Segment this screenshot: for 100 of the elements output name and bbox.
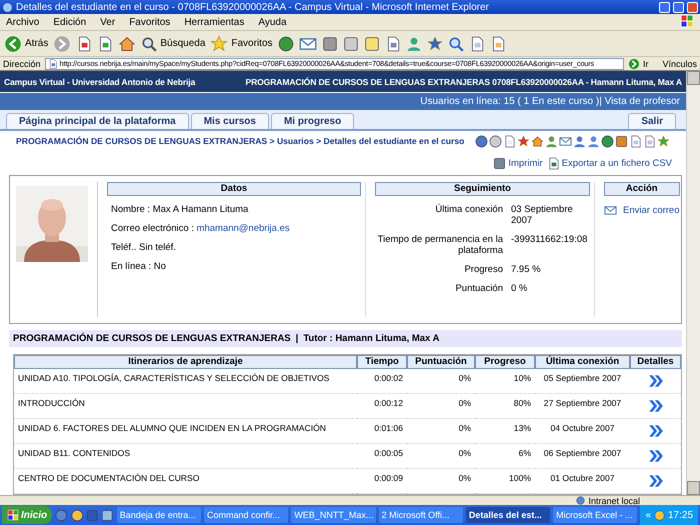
details-icon[interactable] [648,472,664,489]
tracking-label: Puntuación [454,283,503,294]
disc-icon[interactable] [489,134,502,148]
send-mail-link[interactable]: Enviar correo [604,204,680,217]
table-cell: 05 Septiembre 2007 [535,368,630,394]
table-cell: 01 Octubre 2007 [535,468,630,494]
taskbar-button[interactable]: Bandeja de entra... [116,507,202,523]
taskbar-button[interactable]: Command confir... [204,507,288,523]
tracking-value: 0 % [511,283,528,294]
table-cell: 0:00:12 [357,394,407,419]
table-cell: 6% [475,444,535,469]
scrollbar[interactable] [686,71,700,495]
table-cell: UNIDAD B11. CONTENIDOS [14,444,357,469]
table-cell: INTRODUCCIÓN [14,394,357,419]
table-cell: 0% [407,394,475,419]
menu-item[interactable]: Archivo [6,16,40,28]
search-button[interactable]: Búsqueda [141,36,206,52]
favorites-button[interactable]: Favoritos [210,34,273,52]
menu-item[interactable]: Ayuda [258,16,287,28]
nav-tab[interactable]: Mis cursos [190,112,269,129]
column-header: Puntuación [407,354,475,369]
taskbar-button[interactable]: Detalles del est... [466,507,550,523]
column-header: Tiempo [357,354,407,369]
tracking-value: 7.95 % [511,264,542,275]
window-title: Detalles del estudiante en el curso - 0708FL63920000026AA - Campus Virtual - Microsoft Internet Explorer [16,2,490,12]
details-icon[interactable] [648,372,664,389]
back-button[interactable]: Atrás [4,34,48,52]
links-button[interactable]: Vínculos [662,58,697,68]
maximize-button[interactable] [673,2,684,12]
minimize-button[interactable] [659,2,670,12]
course-name: PROGRAMACIÓN DE CURSOS DE LENGUAS EXTRANJERAS [13,332,291,344]
profile-field: Teléf.. Sin teléf. [107,242,361,253]
column-header: Última conexión [535,354,630,369]
spreadsheet-icon [546,156,560,170]
table-cell: 04 Octubre 2007 [535,418,630,444]
close-button[interactable] [687,2,698,12]
taskbar-button[interactable]: Microsoft Excel - ... [553,507,638,523]
export-link[interactable]: Exportar a un fichero CSV [546,156,672,170]
profile-field: En línea : No [107,261,361,272]
profile-field: Nombre : Max A Hamann Lituma [107,204,361,215]
envelope-icon [604,204,617,217]
table-cell: 80% [475,394,535,419]
breadcrumb[interactable]: PROGRAMACIÓN DE CURSOS DE LENGUAS EXTRANJERAS > Usuarios > Detalles del estudiante en el curso [16,136,464,146]
tracking-label: Progreso [463,264,503,275]
windows-logo-icon [680,14,694,28]
column-header: Itinerarios de aprendizaje [14,354,357,369]
nav-tab[interactable]: Página principal de la plataforma [6,112,189,129]
details-icon[interactable] [648,448,664,464]
table-cell: 0% [407,418,475,444]
table-cell: UNIDAD A10. TIPOLOGÍA, CARACTERÍSTICAS Y SELECCIÓN DE OBJETIVOS [14,368,357,394]
table-cell: 27 Septiembre 2007 [535,394,630,419]
search-icon [141,36,158,52]
email-link[interactable]: mhamann@nebrija.es [196,223,290,234]
table-cell: 0% [407,368,475,394]
details-icon[interactable] [648,398,664,414]
separator: | [296,332,298,344]
column-header: Detalles [630,354,681,369]
table-cell: 10% [475,368,535,394]
section-header: Acción [604,182,680,196]
taskbar-button[interactable]: 2 Microsoft Offi... [378,507,463,523]
zone-text: Intranet local [588,496,640,506]
profile-field: Correo electrónico : mhamann@nebrija.es [107,223,361,234]
table-cell: 13% [475,418,535,444]
table-cell: UNIDAD 6. FACTORES DEL ALUMNO QUE INCIDEN EN LA PROGRAMACIÓN [14,418,357,444]
menu-item[interactable]: Ver [100,16,116,28]
envelope-icon[interactable] [559,134,572,148]
table-cell: 100% [475,468,535,494]
taskbar-button[interactable]: WEB_NNTT_Max... [291,507,376,523]
menu-item[interactable]: Favoritos [129,16,170,28]
clock: 17:25 [668,510,694,520]
address-label: Dirección [3,58,41,68]
home-icon[interactable] [118,34,136,52]
section-header: Seguimiento [375,182,590,196]
table-cell: 0:00:05 [357,444,407,469]
star-icon [210,34,228,52]
table-cell: 0:00:02 [357,368,407,394]
tracking-label: Última conexión [434,204,503,217]
table-cell: 0% [407,468,475,494]
nav-tab[interactable]: Mi progreso [270,112,354,129]
table-cell: 0% [407,444,475,469]
section-header: Datos [107,182,361,196]
table-cell: 06 Septiembre 2007 [535,444,630,469]
tracking-value: 03 Septiembre 2007 [511,204,574,226]
person-icon[interactable] [573,134,586,148]
windows-logo-icon [7,509,19,521]
table-cell: CENTRO DE DOCUMENTACIÓN DEL CURSO [14,468,357,494]
tracking-label: Tiempo de permanencia en la plataforma [376,234,503,256]
course-title: PROGRAMACIÓN DE CURSOS DE LENGUAS EXTRANJERAS 0708FL63920000026AA - Hamann Lituma, Max A [246,76,682,87]
menu-item[interactable]: Edición [53,16,86,28]
site-title: Campus Virtual - Universidad Antonio de Nebrija [4,76,196,87]
table-cell: 0:01:06 [357,418,407,444]
print-link[interactable]: Imprimir [493,156,543,170]
table-cell: 0:00:09 [357,468,407,494]
menu-item[interactable]: Herramientas [184,16,244,28]
go-button[interactable]: Ir [628,58,648,70]
logout-button[interactable]: Salir [628,112,676,129]
details-icon[interactable] [648,422,664,439]
column-header: Progreso [475,354,535,369]
tutor-name: Tutor : Hamann Lituma, Max A [303,332,440,344]
tracking-value: -399311662:19:08 [511,234,588,247]
